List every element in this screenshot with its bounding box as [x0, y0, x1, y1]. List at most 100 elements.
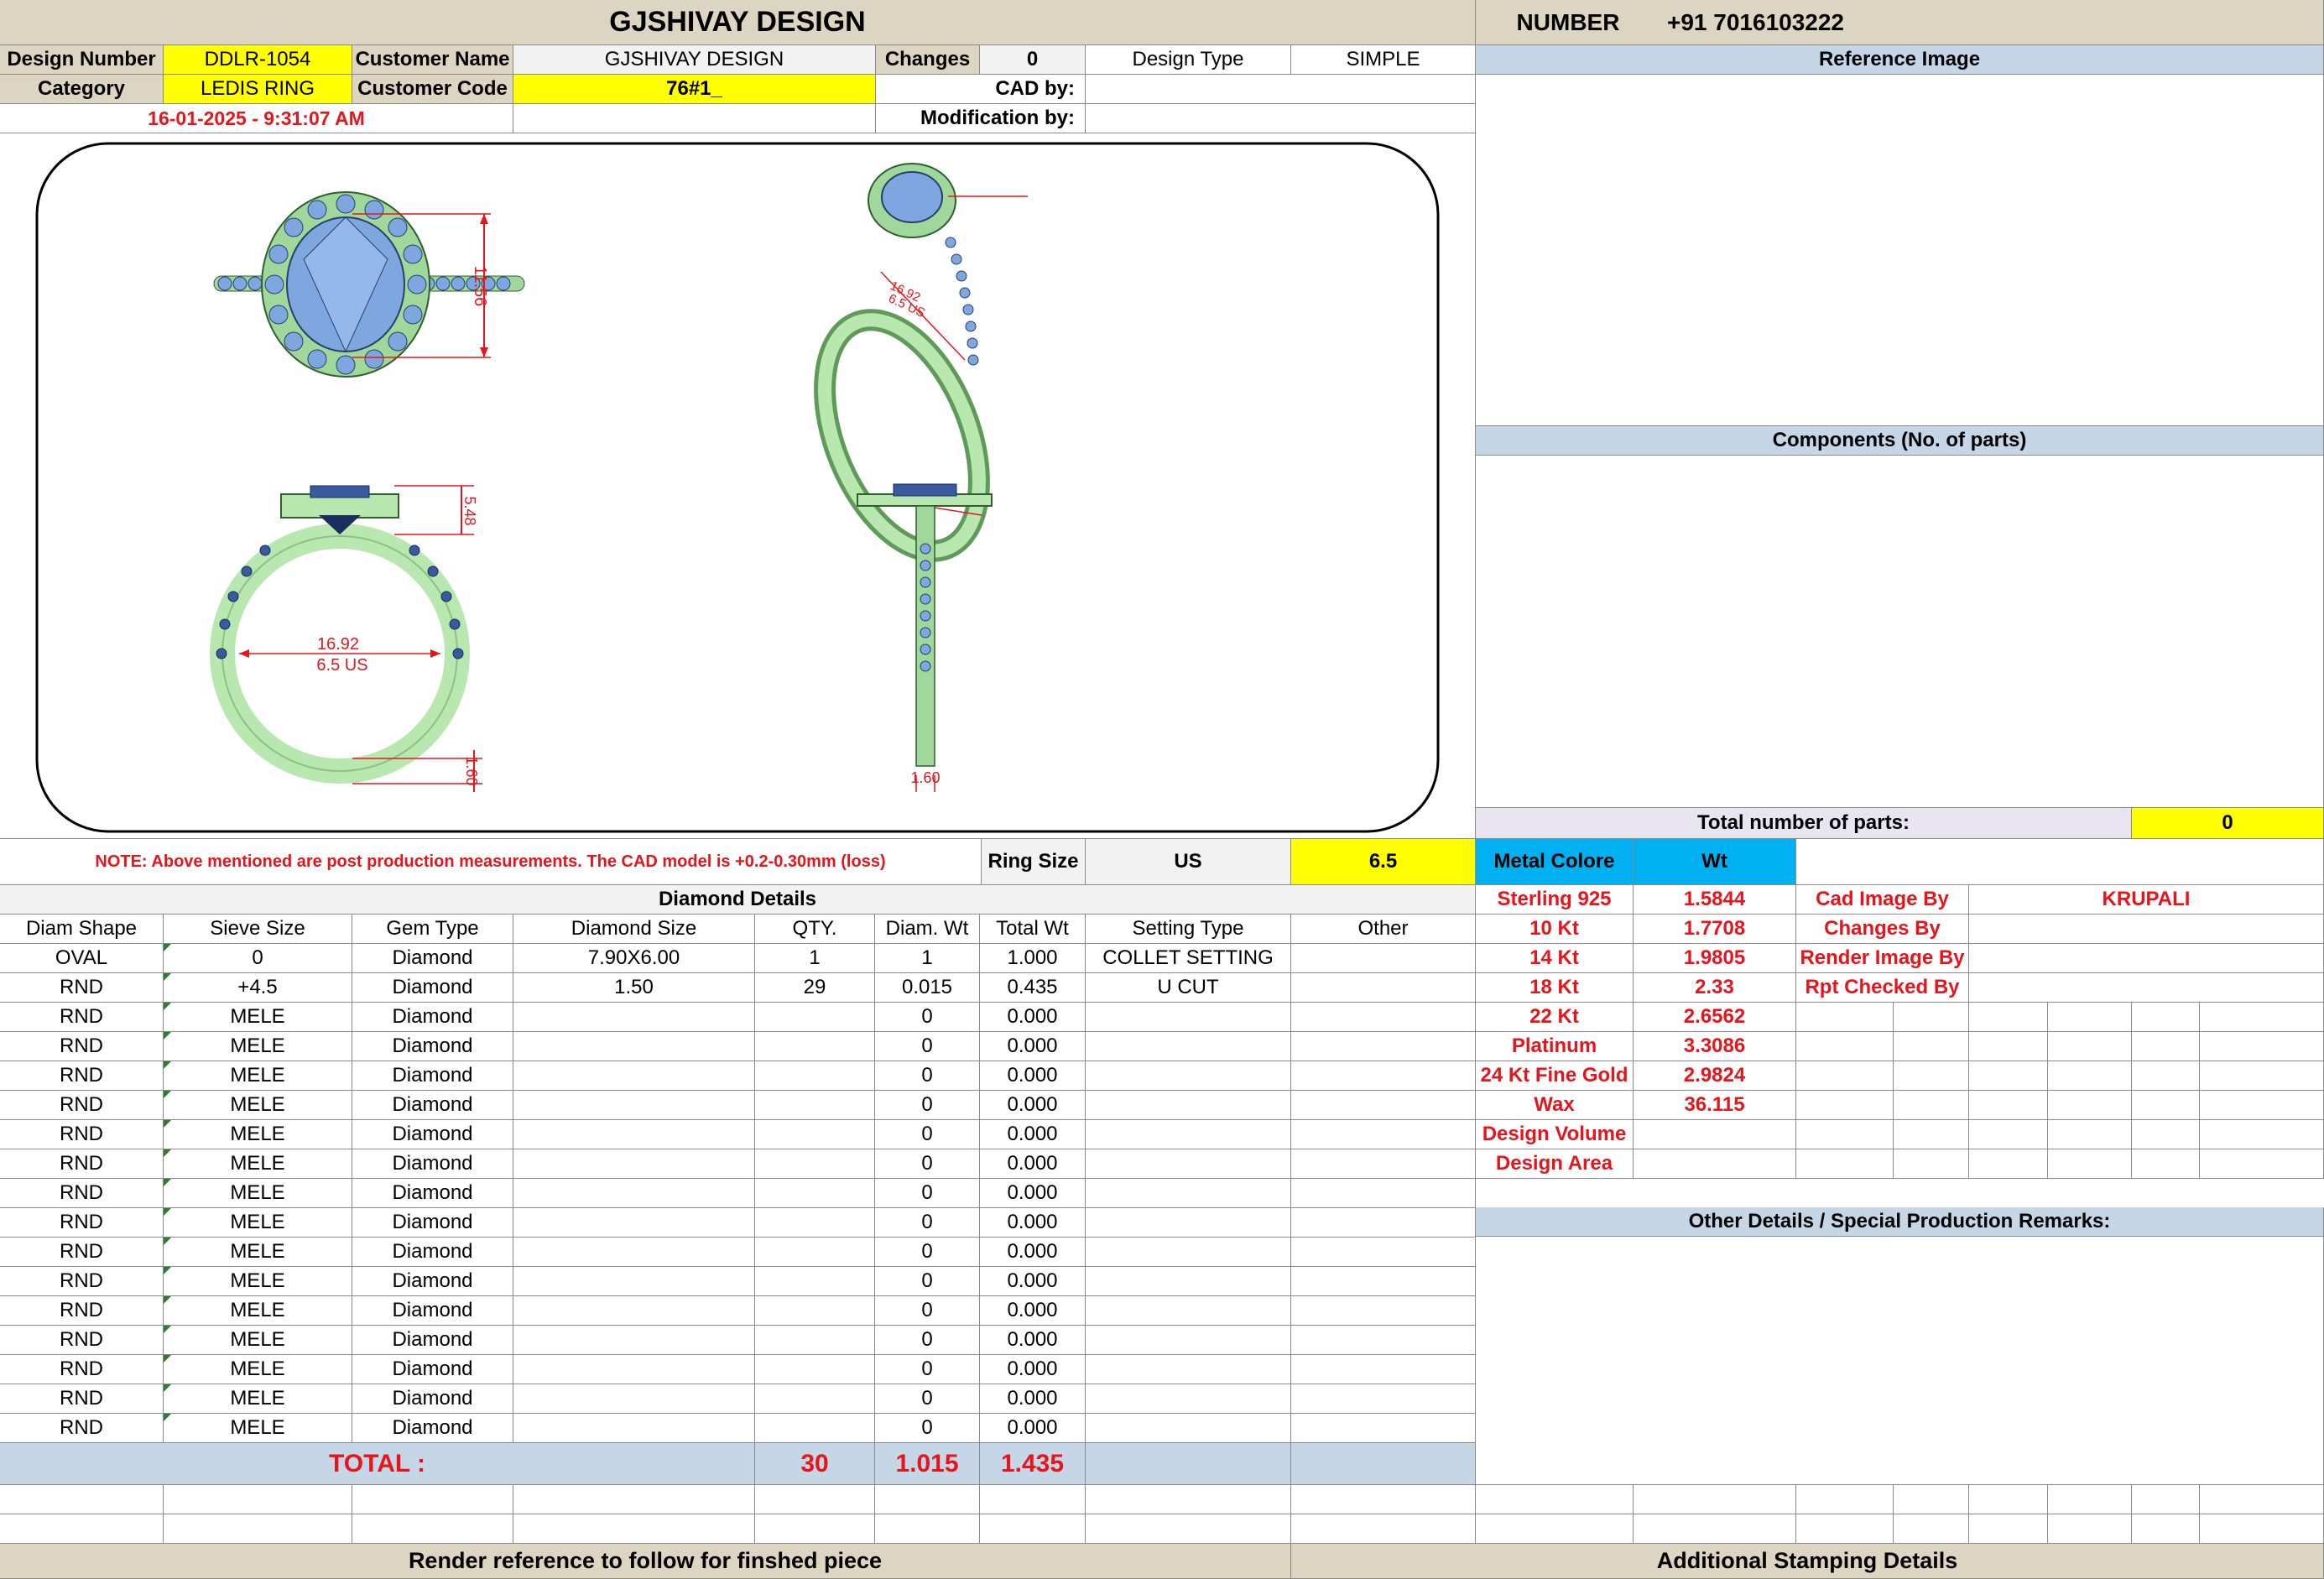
- table-cell-diamond-size[interactable]: [513, 1384, 755, 1414]
- table-cell-setting-type[interactable]: [1086, 1091, 1291, 1120]
- table-cell-qty[interactable]: [755, 1208, 875, 1238]
- table-cell-qty[interactable]: [755, 1414, 875, 1443]
- table-cell-other[interactable]: [1291, 1149, 1476, 1179]
- table-cell-setting-type[interactable]: [1086, 1414, 1291, 1443]
- table-cell-diamond-size[interactable]: 1.50: [513, 973, 755, 1003]
- table-cell-other[interactable]: [1291, 1120, 1476, 1149]
- table-cell-diamond-size[interactable]: [513, 1355, 755, 1384]
- table-cell-diam-shape[interactable]: RND: [0, 1003, 164, 1032]
- blank-cell[interactable]: [1476, 1514, 1634, 1544]
- customer-name-value[interactable]: GJSHIVAY DESIGN: [513, 45, 876, 75]
- table-cell-setting-type[interactable]: [1086, 1326, 1291, 1355]
- metal-weight[interactable]: 1.7708: [1634, 915, 1796, 944]
- metal-weight[interactable]: 1.9805: [1634, 944, 1796, 973]
- blank-cell[interactable]: [1796, 1485, 1894, 1514]
- blank-cell[interactable]: [2048, 1485, 2132, 1514]
- table-cell-qty[interactable]: [755, 1032, 875, 1061]
- table-cell-sieve-size[interactable]: MELE: [164, 1414, 352, 1443]
- blank-cell[interactable]: [1969, 1032, 2048, 1061]
- blank-cell[interactable]: [2132, 1485, 2200, 1514]
- table-cell-diam-shape[interactable]: RND: [0, 1091, 164, 1120]
- table-cell-sieve-size[interactable]: MELE: [164, 1238, 352, 1267]
- blank-cell[interactable]: [1894, 1061, 1969, 1091]
- table-cell-diam-shape[interactable]: RND: [0, 1032, 164, 1061]
- table-cell-diam-shape[interactable]: RND: [0, 1384, 164, 1414]
- blank-cell[interactable]: [2200, 1485, 2324, 1514]
- table-cell-total-wt[interactable]: 0.000: [980, 1032, 1086, 1061]
- table-cell-sieve-size[interactable]: MELE: [164, 1296, 352, 1326]
- metal-weight[interactable]: 3.3086: [1634, 1032, 1796, 1061]
- table-cell-setting-type[interactable]: [1086, 1267, 1291, 1296]
- table-cell-diam-wt[interactable]: 0: [875, 1296, 980, 1326]
- modification-by-value[interactable]: [1086, 104, 1476, 133]
- table-cell-other[interactable]: [1291, 1061, 1476, 1091]
- blank-cell[interactable]: [755, 1485, 875, 1514]
- blank-cell[interactable]: [1969, 1061, 2048, 1091]
- metal-weight[interactable]: 1.5844: [1634, 885, 1796, 915]
- metal-weight[interactable]: 2.9824: [1634, 1061, 1796, 1091]
- table-cell-other[interactable]: [1291, 1179, 1476, 1208]
- blank-cell[interactable]: [1969, 1091, 2048, 1120]
- changes-value[interactable]: 0: [980, 45, 1086, 75]
- table-cell-diamond-size[interactable]: [513, 1149, 755, 1179]
- table-cell-qty[interactable]: [755, 1149, 875, 1179]
- table-cell-setting-type[interactable]: [1086, 1238, 1291, 1267]
- blank-cell[interactable]: [980, 1485, 1086, 1514]
- table-cell-gem-type[interactable]: Diamond: [352, 1208, 513, 1238]
- table-cell-diam-shape[interactable]: RND: [0, 973, 164, 1003]
- table-cell-gem-type[interactable]: Diamond: [352, 973, 513, 1003]
- blank-cell[interactable]: [2200, 1003, 2324, 1032]
- table-cell-setting-type[interactable]: [1086, 1296, 1291, 1326]
- table-cell-diam-wt[interactable]: 0: [875, 1091, 980, 1120]
- blank-cell[interactable]: [1634, 1485, 1796, 1514]
- table-cell-diam-shape[interactable]: RND: [0, 1061, 164, 1091]
- table-cell-other[interactable]: [1291, 1355, 1476, 1384]
- table-cell-gem-type[interactable]: Diamond: [352, 1355, 513, 1384]
- table-cell-diamond-size[interactable]: [513, 1296, 755, 1326]
- table-cell-setting-type[interactable]: U CUT: [1086, 973, 1291, 1003]
- table-cell-total-wt[interactable]: 0.000: [980, 1326, 1086, 1355]
- table-cell-sieve-size[interactable]: MELE: [164, 1032, 352, 1061]
- table-cell-other[interactable]: [1291, 973, 1476, 1003]
- table-cell-diam-wt[interactable]: 0: [875, 1120, 980, 1149]
- table-cell-gem-type[interactable]: Diamond: [352, 1414, 513, 1443]
- blank-cell[interactable]: [2132, 1120, 2200, 1149]
- table-cell-setting-type[interactable]: [1086, 1032, 1291, 1061]
- blank-cell[interactable]: [1796, 1061, 1894, 1091]
- customer-code-value[interactable]: 76#1_: [513, 75, 876, 104]
- table-cell-gem-type[interactable]: Diamond: [352, 1120, 513, 1149]
- table-cell-gem-type[interactable]: Diamond: [352, 944, 513, 973]
- table-cell-other[interactable]: [1291, 1003, 1476, 1032]
- table-cell-total-wt[interactable]: 0.000: [980, 1179, 1086, 1208]
- blank-cell[interactable]: [1086, 1485, 1291, 1514]
- blank-cell[interactable]: [1796, 1003, 1894, 1032]
- table-cell-sieve-size[interactable]: +4.5: [164, 973, 352, 1003]
- blank-cell[interactable]: [513, 1514, 755, 1544]
- table-cell-other[interactable]: [1291, 1208, 1476, 1238]
- table-cell-gem-type[interactable]: Diamond: [352, 1326, 513, 1355]
- metal-weight[interactable]: 2.6562: [1634, 1003, 1796, 1032]
- table-cell-sieve-size[interactable]: MELE: [164, 1120, 352, 1149]
- table-cell-qty[interactable]: [755, 1120, 875, 1149]
- metal-weight[interactable]: 2.33: [1634, 973, 1796, 1003]
- table-cell-other[interactable]: [1291, 1414, 1476, 1443]
- table-cell-sieve-size[interactable]: MELE: [164, 1091, 352, 1120]
- design-number-value[interactable]: DDLR-1054: [164, 45, 352, 75]
- blank-cell[interactable]: [875, 1485, 980, 1514]
- design-type-value[interactable]: SIMPLE: [1291, 45, 1476, 75]
- blank-cell[interactable]: [1796, 1514, 1894, 1544]
- blank-cell[interactable]: [1969, 1003, 2048, 1032]
- blank-cell[interactable]: [513, 1485, 755, 1514]
- table-cell-diam-shape[interactable]: RND: [0, 1296, 164, 1326]
- table-cell-diamond-size[interactable]: 7.90X6.00: [513, 944, 755, 973]
- table-cell-total-wt[interactable]: 0.000: [980, 1355, 1086, 1384]
- blank-cell[interactable]: [1796, 1120, 1894, 1149]
- blank-cell[interactable]: [1796, 1032, 1894, 1061]
- table-cell-gem-type[interactable]: Diamond: [352, 1032, 513, 1061]
- table-cell-diam-wt[interactable]: 0: [875, 1032, 980, 1061]
- table-cell-diamond-size[interactable]: [513, 1032, 755, 1061]
- table-cell-diam-shape[interactable]: RND: [0, 1149, 164, 1179]
- table-cell-other[interactable]: [1291, 944, 1476, 973]
- table-cell-qty[interactable]: [755, 1296, 875, 1326]
- table-cell-sieve-size[interactable]: MELE: [164, 1355, 352, 1384]
